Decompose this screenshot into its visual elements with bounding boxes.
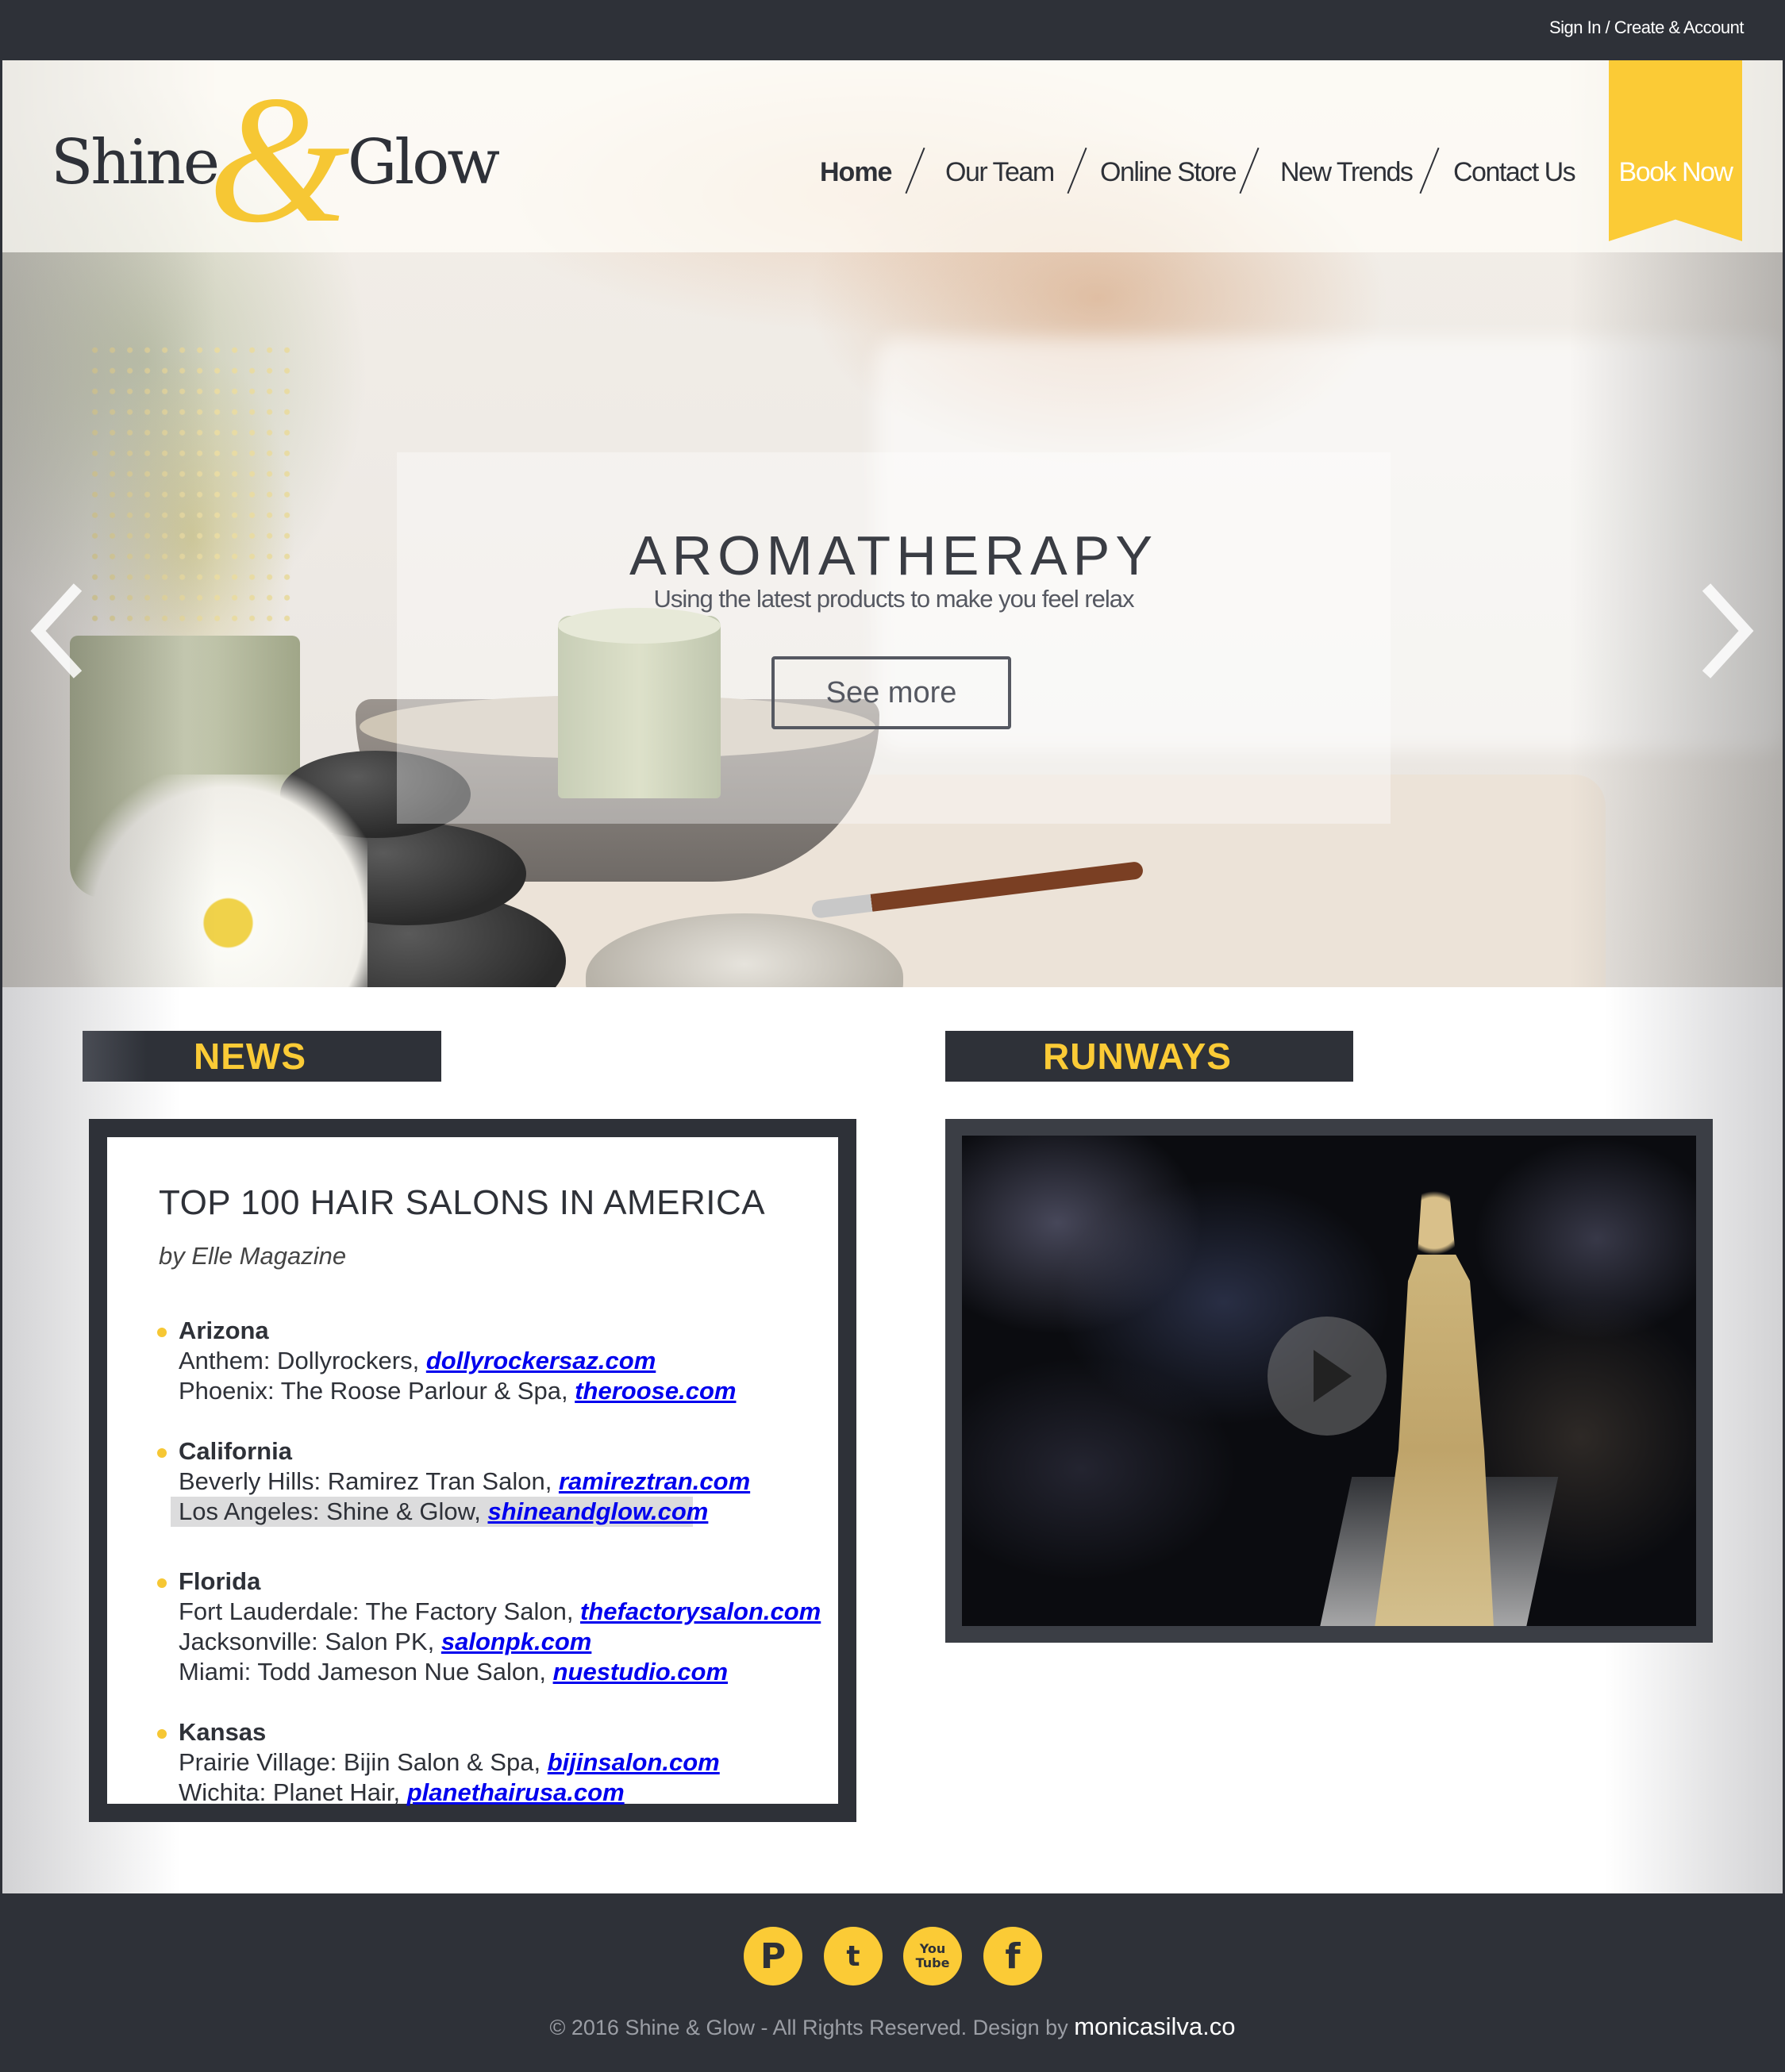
nav-home[interactable]: Home (820, 157, 892, 188)
salon-separator: , (533, 1748, 548, 1776)
salon-separator: , (393, 1778, 407, 1806)
salon-name: Anthem: Dollyrockers (179, 1347, 413, 1374)
news-article-title: TOP 100 HAIR SALONS IN AMERICA (159, 1183, 766, 1222)
nav-our-team[interactable]: Our Team (945, 157, 1055, 188)
salon-entry: Jacksonville: Salon PK, salonpk.com (179, 1627, 829, 1657)
news-card-inner: TOP 100 HAIR SALONS IN AMERICA by Elle M… (107, 1137, 838, 1806)
salon-separator: , (560, 1377, 575, 1405)
chevron-right-icon (1702, 583, 1754, 678)
salon-name: Los Angeles: Shine & Glow (179, 1497, 475, 1525)
salon-separator: , (566, 1597, 581, 1625)
salon-name: Fort Lauderdale: The Factory Salon (179, 1597, 567, 1625)
salon-website-link[interactable]: theroose.com (575, 1377, 736, 1405)
news-byline: by Elle Magazine (159, 1242, 347, 1270)
news-heading: NEWS (83, 1031, 441, 1082)
logo-word-shine: Shine (51, 127, 220, 198)
salon-separator: , (474, 1497, 488, 1525)
play-button-icon[interactable] (1268, 1317, 1387, 1436)
salon-entry: Beverly Hills: Ramirez Tran Salon, ramir… (179, 1467, 829, 1497)
salon-website-link[interactable]: ramireztran.com (559, 1467, 750, 1495)
top-bar (0, 0, 1785, 60)
nav-new-trends[interactable]: New Trends (1280, 157, 1414, 188)
salon-entry: Miami: Todd Jameson Nue Salon, nuestudio… (179, 1657, 829, 1687)
salon-website-link[interactable]: salonpk.com (441, 1628, 592, 1655)
logo-word-glow: Glow (348, 127, 500, 198)
salon-name: Wichita: Planet Hair (179, 1778, 394, 1806)
nav-online-store[interactable]: Online Store (1100, 157, 1237, 188)
runway-video-player[interactable] (962, 1136, 1696, 1626)
salon-name: Prairie Village: Bijin Salon & Spa (179, 1748, 534, 1776)
state-item: Kansas Prairie Village: Bijin Salon & Sp… (157, 1717, 829, 1808)
salon-website-link[interactable]: shineandglow.com (487, 1497, 708, 1525)
slide-subtitle: Using the latest products to make you fe… (653, 585, 1134, 613)
chevron-left-icon (30, 583, 83, 678)
sign-in-link[interactable]: Sign In / Create & Account (1549, 17, 1745, 38)
twitter-icon[interactable]: t (824, 1927, 883, 1986)
slide-caption-box (397, 452, 1391, 824)
bullet-icon (157, 1448, 167, 1458)
salon-website-link[interactable]: nuestudio.com (553, 1658, 728, 1686)
state-item: Florida Fort Lauderdale: The Factory Sal… (157, 1566, 829, 1687)
state-name: California (179, 1437, 292, 1465)
salon-entry-highlighted: Los Angeles: Shine & Glow, shineandglow.… (171, 1497, 708, 1527)
news-card: TOP 100 HAIR SALONS IN AMERICA by Elle M… (89, 1119, 856, 1822)
bullet-icon (157, 1328, 167, 1337)
logo-ampersand: & (208, 58, 350, 260)
salon-list: Arizona Anthem: Dollyrockers, dollyrocke… (157, 1316, 829, 1838)
salon-website-link[interactable]: dollyrockersaz.com (426, 1347, 656, 1374)
salon-name: Phoenix: The Roose Parlour & Spa (179, 1377, 561, 1405)
state-name: Arizona (179, 1317, 269, 1344)
salon-website-link[interactable]: bijinsalon.com (548, 1748, 720, 1776)
state-name: Kansas (179, 1718, 267, 1746)
salon-name: Beverly Hills: Ramirez Tran Salon (179, 1467, 545, 1495)
salon-name: Miami: Todd Jameson Nue Salon (179, 1658, 540, 1686)
state-item: Arizona Anthem: Dollyrockers, dollyrocke… (157, 1316, 829, 1406)
salon-entry: Wichita: Planet Hair, planethairusa.com (179, 1778, 829, 1808)
copyright-text: © 2016 Shine & Glow - All Rights Reserve… (0, 2012, 1785, 2041)
slide-title: AROMATHERAPY (629, 525, 1159, 586)
salon-entry: Anthem: Dollyrockers, dollyrockersaz.com (179, 1346, 829, 1376)
runway-video-card (945, 1119, 1713, 1643)
copyright-label: © 2016 Shine & Glow - All Rights Reserve… (549, 2016, 1075, 2039)
salon-website-link[interactable]: thefactorysalon.com (580, 1597, 821, 1625)
youtube-icon[interactable]: You Tube (903, 1927, 962, 1986)
salon-website-link[interactable]: planethairusa.com (407, 1778, 625, 1806)
salon-entry: Phoenix: The Roose Parlour & Spa, theroo… (179, 1376, 829, 1406)
state-item: California Beverly Hills: Ramirez Tran S… (157, 1436, 829, 1527)
salon-name: Jacksonville: Salon PK (179, 1628, 428, 1655)
state-name: Florida (179, 1567, 261, 1595)
book-now-button[interactable]: Book Now (1609, 60, 1742, 241)
bullet-icon (157, 1729, 167, 1739)
site-footer (0, 1893, 1785, 2072)
salon-separator: , (539, 1658, 553, 1686)
book-now-label: Book Now (1618, 157, 1733, 187)
salon-separator: , (412, 1347, 426, 1374)
salon-entry: Fort Lauderdale: The Factory Salon, thef… (179, 1597, 829, 1627)
salon-separator: , (427, 1628, 441, 1655)
salon-entry: Prairie Village: Bijin Salon & Spa, biji… (179, 1747, 829, 1778)
facebook-icon[interactable]: f (983, 1927, 1042, 1986)
bullet-icon (157, 1578, 167, 1588)
salon-separator: , (544, 1467, 559, 1495)
see-more-button[interactable]: See more (771, 656, 1011, 729)
pinterest-icon[interactable]: P (744, 1927, 802, 1986)
nav-contact-us[interactable]: Contact Us (1453, 157, 1576, 188)
slider-next-button[interactable] (1698, 579, 1754, 682)
slider-prev-button[interactable] (30, 579, 86, 682)
designer-credit-link[interactable]: monicasilva.co (1074, 2012, 1235, 2040)
runways-heading: RUNWAYS (945, 1031, 1353, 1082)
